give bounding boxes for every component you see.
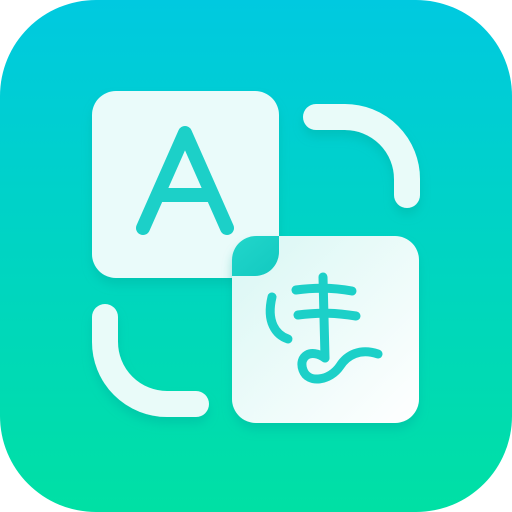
translator-app-icon[interactable]: A ま <box>0 0 512 512</box>
app-icon-graphic: A ま <box>0 0 512 512</box>
